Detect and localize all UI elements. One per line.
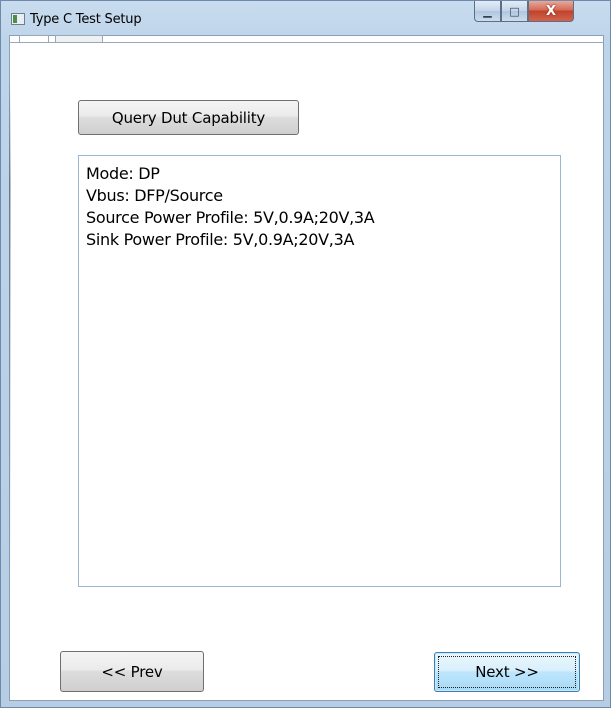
app-window-icon[interactable] <box>11 13 25 25</box>
capability-textbox[interactable]: Mode: DP Vbus: DFP/Source Source Power P… <box>78 155 561 587</box>
capability-line-vbus: Vbus: DFP/Source <box>86 186 223 205</box>
maximize-icon: □ <box>509 4 520 18</box>
maximize-button[interactable]: □ <box>501 1 528 22</box>
minimize-button[interactable]: ▁ <box>474 1 501 22</box>
edge-shadow <box>9 81 11 601</box>
close-icon: X <box>545 3 557 19</box>
capability-line-source-profile: Source Power Profile: 5V,0.9A;20V,3A <box>86 208 375 227</box>
tab-1[interactable] <box>19 35 49 42</box>
tab-2[interactable] <box>55 35 103 42</box>
capability-line-sink-profile: Sink Power Profile: 5V,0.9A;20V,3A <box>86 230 355 249</box>
title-bar[interactable]: Type C Test Setup ▁ □ X <box>1 1 611 35</box>
next-button[interactable]: Next >> <box>434 652 580 692</box>
prev-button[interactable]: << Prev <box>60 651 204 692</box>
capability-line-mode: Mode: DP <box>86 164 160 183</box>
close-button[interactable]: X <box>528 1 574 22</box>
caption-buttons: ▁ □ X <box>474 1 608 23</box>
tab-divider <box>9 42 604 43</box>
minimize-icon: ▁ <box>483 4 492 18</box>
query-dut-capability-button[interactable]: Query Dut Capability <box>78 100 299 135</box>
dialog-window: Type C Test Setup ▁ □ X Query Dut Capabi… <box>0 0 611 708</box>
window-title: Type C Test Setup <box>30 12 142 27</box>
